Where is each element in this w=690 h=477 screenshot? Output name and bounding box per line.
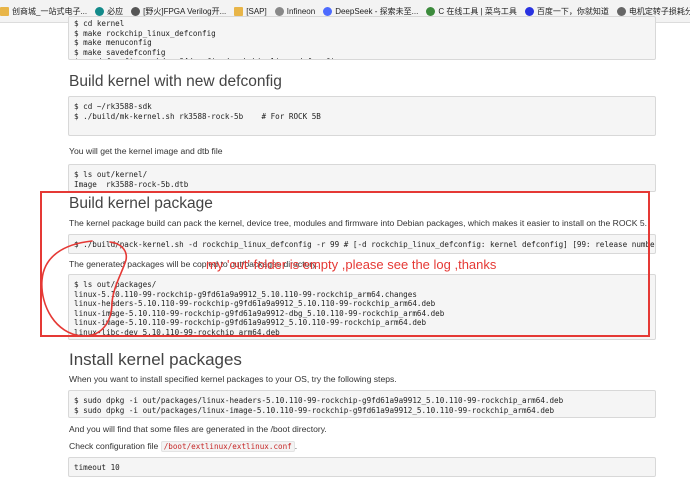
- bookmark-item[interactable]: DeepSeek - 探索未至...: [323, 6, 418, 17]
- bookmark-label: 必应: [107, 6, 124, 16]
- bookmark-label: C 在线工具 | 菜鸟工具: [438, 6, 517, 16]
- bing-icon: [95, 6, 105, 16]
- runoob-icon: [426, 6, 436, 16]
- code-block-defconfig: $ cd kernel $ make rockchip_linux_defcon…: [68, 16, 656, 60]
- folder-icon: [0, 6, 9, 16]
- bookmark-label: [SAP]: [246, 6, 267, 16]
- code-block-extlinux: timeout 10: [68, 457, 656, 477]
- para-check-config-prefix: Check configuration file: [69, 441, 161, 451]
- bookmark-item[interactable]: [SAP]: [234, 6, 267, 16]
- para-check-config: Check configuration file /boot/extlinux/…: [69, 441, 298, 452]
- heading-install-kernel-packages: Install kernel packages: [69, 350, 242, 369]
- bookmark-item[interactable]: 必应: [95, 6, 123, 17]
- para-boot-directory: And you will find that some files are ge…: [69, 424, 327, 434]
- code-block-dpkg: $ sudo dpkg -i out/packages/linux-header…: [68, 390, 656, 418]
- para-check-config-suffix: .: [294, 441, 298, 451]
- code-block-ls-kernel: $ ls out/kernel/ Image rk3588-rock-5b.dt…: [68, 164, 656, 192]
- baidu-icon: [524, 6, 534, 16]
- heading-build-kernel-defconfig: Build kernel with new defconfig: [69, 73, 282, 90]
- globe-icon: [274, 6, 284, 16]
- deepseek-icon: [323, 6, 333, 16]
- bookmark-item[interactable]: [野火]FPGA Verilog开...: [131, 6, 226, 17]
- bookmark-item[interactable]: Infineon: [274, 6, 316, 16]
- bookmark-item[interactable]: 创商城_一站式电子...: [0, 6, 87, 17]
- para-install-steps: When you want to install specified kerne…: [69, 374, 397, 384]
- bookmark-item[interactable]: C 在线工具 | 菜鸟工具: [426, 6, 517, 17]
- bookmark-label: DeepSeek - 探索未至...: [335, 6, 419, 16]
- code-block-mk-kernel: $ cd ~/rk3588-sdk $ ./build/mk-kernel.sh…: [68, 96, 656, 136]
- bookmark-label: Infineon: [286, 6, 316, 16]
- folder-icon: [234, 6, 244, 16]
- doc-icon: [131, 6, 141, 16]
- extlinux-path-link[interactable]: /boot/extlinux/extlinux.conf: [160, 441, 295, 452]
- zhihu-icon: [616, 6, 626, 16]
- annotation-note: my 'out' folder is empty ,please see the…: [206, 257, 497, 272]
- bookmark-label: 百度一下，你就知道: [536, 6, 609, 16]
- bookmark-label: 电机定转子损耗分类...: [628, 6, 690, 16]
- bookmark-item[interactable]: 电机定转子损耗分类...: [616, 6, 690, 17]
- bookmark-label: 创商城_一站式电子...: [12, 6, 88, 16]
- bookmark-item[interactable]: 百度一下，你就知道: [524, 6, 609, 17]
- bookmark-label: [野火]FPGA Verilog开...: [143, 6, 227, 16]
- para-kernel-image: You will get the kernel image and dtb fi…: [69, 146, 223, 156]
